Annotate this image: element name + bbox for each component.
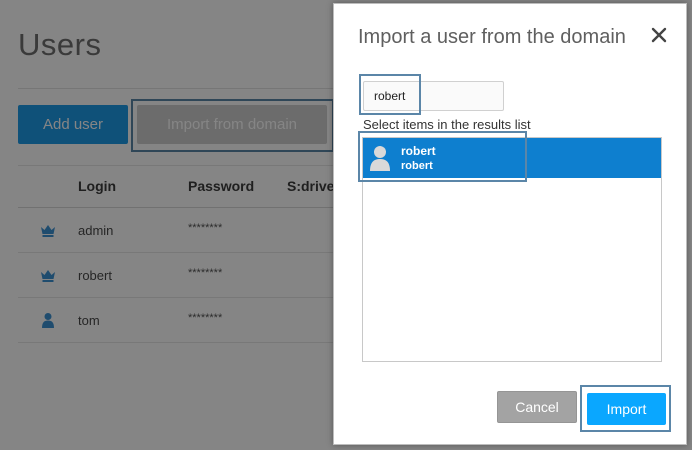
results-list[interactable]: robert robert [362,137,662,362]
result-item-robert[interactable]: robert robert [363,138,661,178]
result-subtitle: robert [401,160,433,172]
results-label: Select items in the results list [363,117,531,132]
search-input[interactable] [363,81,504,111]
cancel-button[interactable]: Cancel [497,391,577,423]
import-user-dialog: Import a user from the domain Select ite… [333,3,687,445]
import-button[interactable]: Import [587,393,666,425]
close-icon[interactable] [648,24,670,46]
user-avatar-icon [370,146,390,171]
dialog-title: Import a user from the domain [358,26,626,48]
result-name: robert [401,144,436,158]
screen: Users Add user Import from domain Login … [0,0,692,450]
